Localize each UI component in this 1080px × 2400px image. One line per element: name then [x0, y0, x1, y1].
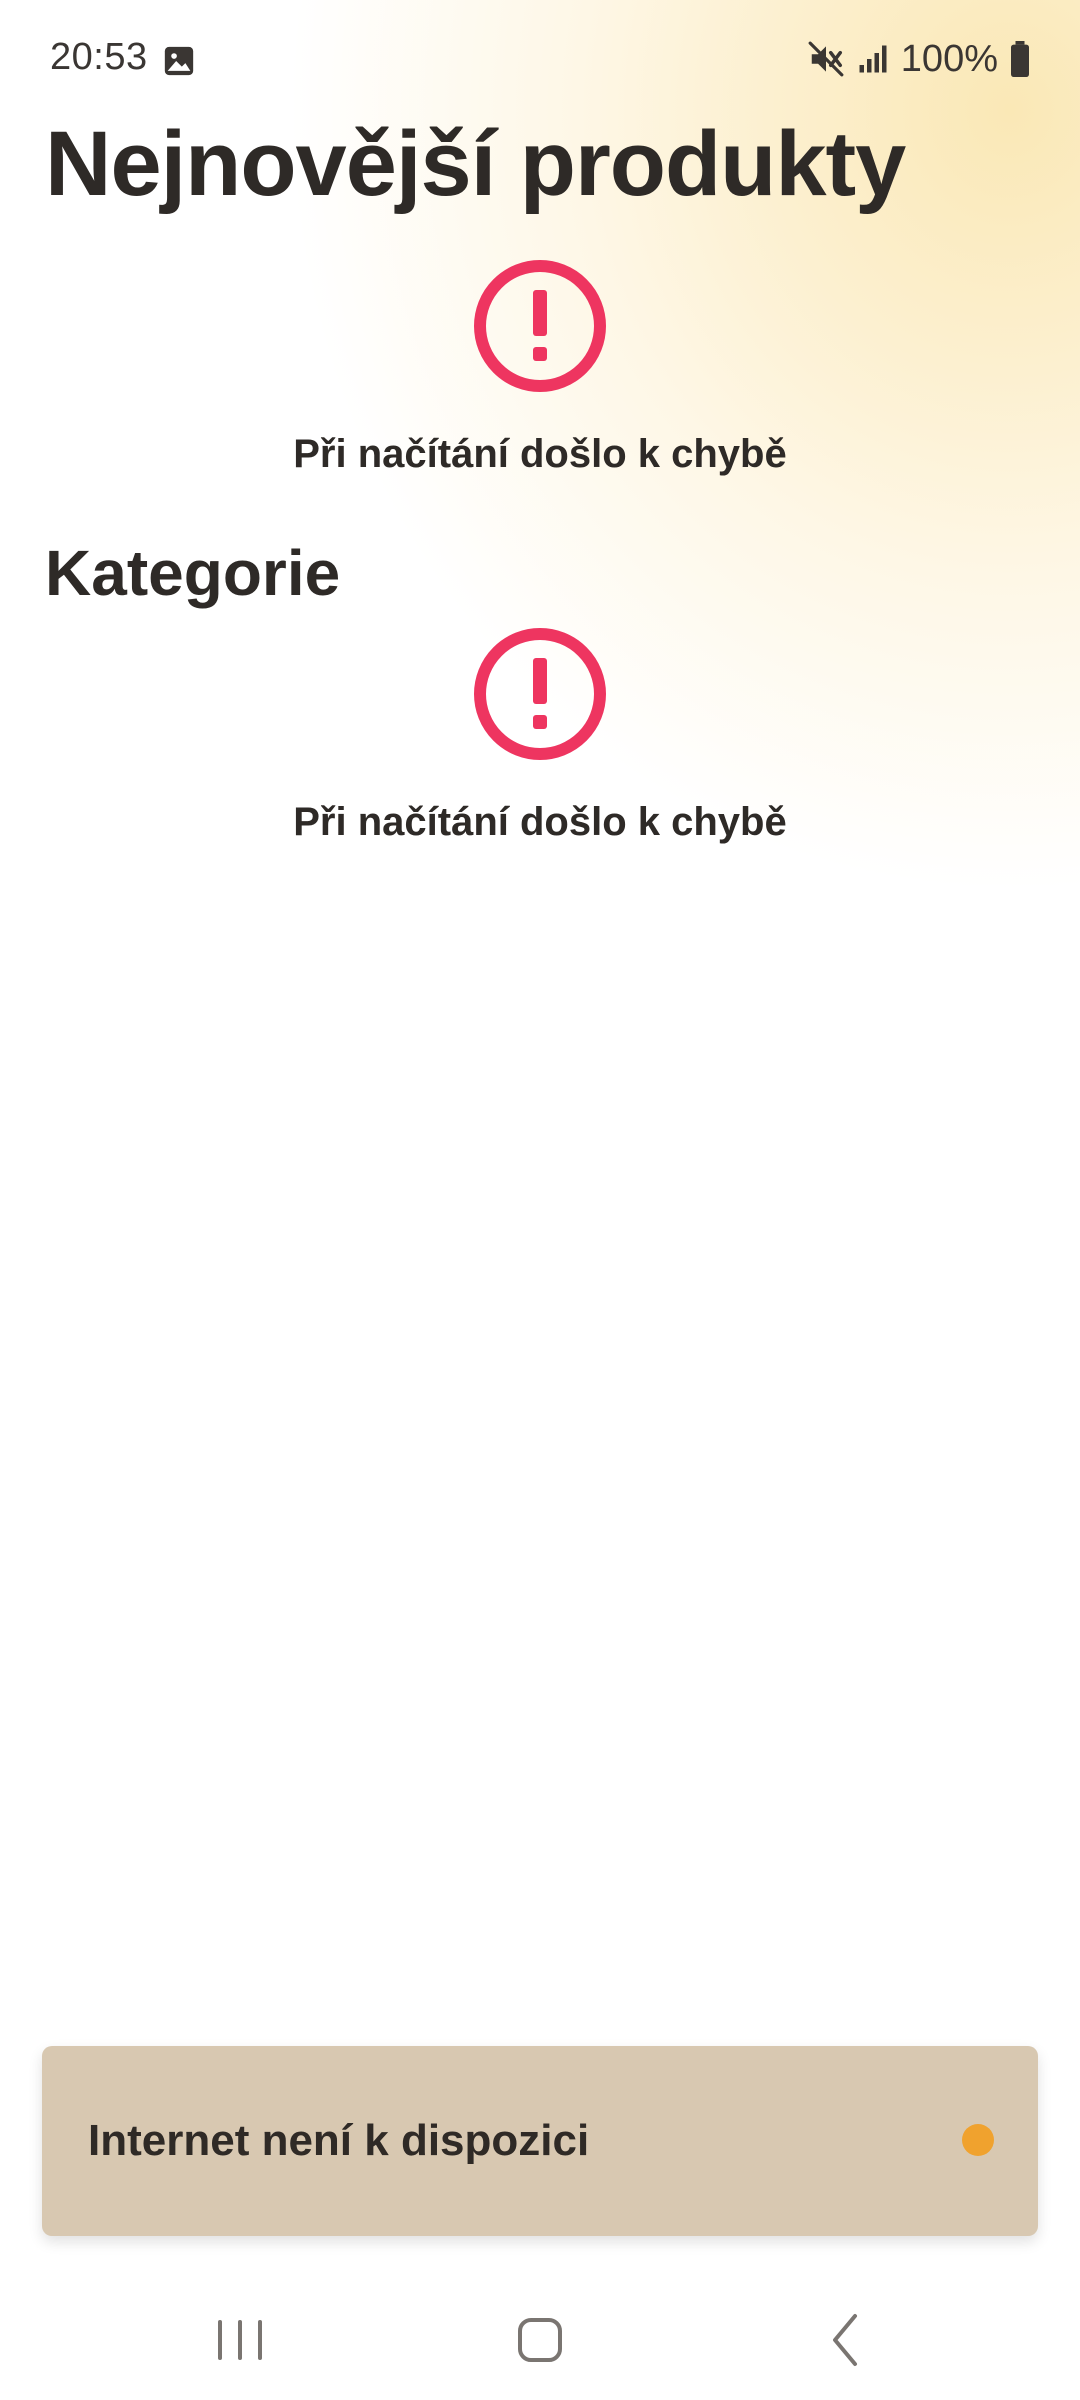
battery-icon — [1011, 41, 1029, 77]
section-title-categories: Kategorie — [45, 537, 341, 609]
section-title-newest-products: Nejnovější produkty — [45, 113, 906, 215]
system-nav-bar — [0, 2270, 1080, 2400]
status-time: 20:53 — [50, 36, 148, 78]
products-error: Při načítání došlo k chybě — [0, 258, 1080, 477]
categories-error-message: Při načítání došlo k chybě — [293, 800, 787, 844]
status-bar: 20:53 100% — [0, 0, 1080, 120]
error-exclamation-icon — [474, 628, 606, 760]
offline-dot-icon — [962, 2124, 994, 2156]
battery-percentage: 100% — [900, 37, 998, 80]
categories-error: Při načítání došlo k chybě — [0, 626, 1080, 845]
gallery-icon — [164, 46, 194, 76]
status-icons: 100% — [807, 34, 1032, 84]
back-icon[interactable] — [805, 2300, 885, 2380]
products-error-message: Při načítání došlo k chybě — [293, 432, 787, 476]
error-exclamation-icon — [474, 260, 606, 392]
mute-icon — [808, 41, 844, 77]
snackbar-message: Internet není k dispozici — [88, 2116, 590, 2165]
recents-icon[interactable] — [200, 2300, 280, 2380]
home-icon[interactable] — [500, 2300, 580, 2380]
offline-snackbar[interactable]: Internet není k dispozici — [42, 2046, 1038, 2236]
signal-icon — [859, 45, 887, 73]
